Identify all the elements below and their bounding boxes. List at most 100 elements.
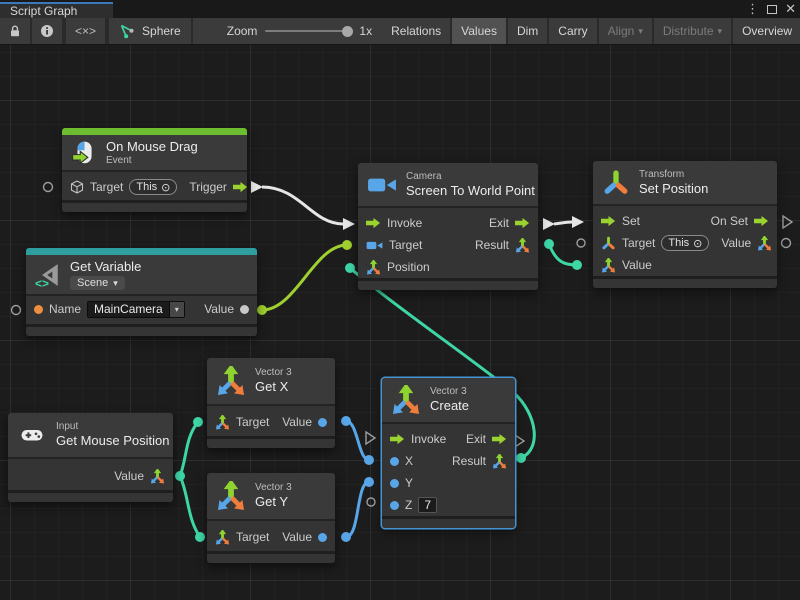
graph-canvas[interactable]: On Mouse Drag Event Target This ⊙ Trigge… <box>0 45 800 600</box>
node-vector3-create[interactable]: Vector 3 Create Invoke Exit X Result <box>382 378 515 528</box>
camera-port-icon[interactable] <box>366 240 383 251</box>
node-get-variable[interactable]: Get Variable Scene ▾ Name MainCamera ▾ <box>26 248 257 336</box>
z-value-field[interactable]: 7 <box>418 497 437 513</box>
variable-name-dropdown[interactable]: MainCamera ▾ <box>87 301 185 318</box>
toolbar-button-overview[interactable]: Overview <box>733 18 800 44</box>
close-icon[interactable]: ✕ <box>785 0 796 18</box>
chevron-down-icon: ▾ <box>718 26 723 37</box>
graph-breadcrumb[interactable]: Sphere <box>109 18 193 44</box>
port-row: Set On Set <box>593 210 777 232</box>
port-row: Z 7 <box>382 494 515 516</box>
control-output-port[interactable] <box>492 433 507 445</box>
port-y-label: Y <box>405 476 413 490</box>
vector3-icon <box>391 385 421 415</box>
port-row: Y <box>382 472 515 494</box>
node-on-mouse-drag[interactable]: On Mouse Drag Event Target This ⊙ Trigge… <box>62 128 247 212</box>
toolbar-button-align[interactable]: Align▾ <box>599 18 654 44</box>
zoom-slider-handle[interactable] <box>342 26 353 37</box>
float-input-port[interactable] <box>390 479 399 488</box>
node-category: Vector 3 <box>255 367 292 379</box>
node-header[interactable]: Camera Screen To World Point <box>358 163 538 208</box>
variable-color-bar <box>26 248 257 255</box>
float-input-port[interactable] <box>390 457 399 466</box>
wire-endpoint <box>544 239 554 249</box>
port-value-label: Value <box>204 302 234 316</box>
toolbar-button-values[interactable]: Values <box>452 18 508 44</box>
node-category: Camera <box>406 171 535 183</box>
control-input-port[interactable] <box>366 217 381 229</box>
port-exit-label: Exit <box>466 432 486 446</box>
vector3-port-icon[interactable] <box>515 238 530 253</box>
node-header[interactable]: Get Variable Scene ▾ <box>26 255 257 296</box>
control-input-port[interactable] <box>390 433 405 445</box>
lock-button[interactable] <box>0 18 32 44</box>
vector3-port-icon[interactable] <box>215 530 230 545</box>
float-input-port[interactable] <box>390 501 399 510</box>
vector3-port-icon[interactable] <box>215 415 230 430</box>
vector3-port-icon[interactable] <box>366 260 381 275</box>
node-category: Vector 3 <box>255 482 292 494</box>
wire-endpoint <box>345 263 355 273</box>
node-header[interactable]: On Mouse Drag Event <box>62 135 247 172</box>
vector3-port-icon[interactable] <box>492 454 507 469</box>
node-screen-to-world-point[interactable]: Camera Screen To World Point Invoke Exit… <box>358 163 538 290</box>
node-footer <box>26 327 257 336</box>
this-target-chip[interactable]: This ⊙ <box>129 179 177 195</box>
node-header[interactable]: Vector 3 Create <box>382 378 515 424</box>
toolbar-button-relations[interactable]: Relations <box>382 18 452 44</box>
wire-endpoint <box>572 260 582 270</box>
chevron-down-icon: ▾ <box>169 302 184 317</box>
wire-exit-to-set <box>554 222 572 224</box>
port-target-label: Target <box>236 415 269 429</box>
node-footer <box>593 279 777 288</box>
tab-script-graph[interactable]: Script Graph <box>0 2 113 18</box>
script-graph-window: Script Graph ⋮ ✕ <×> Sphere Zoom <box>0 0 800 600</box>
zoom-slider[interactable] <box>265 30 351 32</box>
control-output-port[interactable] <box>754 215 769 227</box>
node-set-position[interactable]: Transform Set Position Set On Set Target… <box>593 161 777 288</box>
toolbar-button-distribute[interactable]: Distribute▾ <box>654 18 733 44</box>
chevron-down-icon: ▾ <box>113 278 118 289</box>
code-view-button[interactable]: <×> <box>66 18 107 44</box>
node-get-mouse-position[interactable]: Input Get Mouse Position Value <box>8 413 173 502</box>
port-set-label: Set <box>622 214 640 228</box>
maximize-icon[interactable] <box>767 5 777 14</box>
node-header[interactable]: Transform Set Position <box>593 161 777 206</box>
variable-scope-dropdown[interactable]: Scene ▾ <box>70 276 125 290</box>
menu-icon[interactable]: ⋮ <box>746 0 759 18</box>
wire-arrowhead <box>572 216 584 228</box>
toolbar-button-carry[interactable]: Carry <box>549 18 598 44</box>
zoom-value: 1x <box>359 24 372 38</box>
node-header[interactable]: Vector 3 Get Y <box>207 473 335 521</box>
this-target-chip[interactable]: This ⊙ <box>661 235 709 251</box>
control-input-port[interactable] <box>601 215 616 227</box>
string-input-port[interactable] <box>34 305 43 314</box>
port-row: Target Value <box>207 526 335 548</box>
node-get-x[interactable]: Vector 3 Get X Target Value <box>207 358 335 448</box>
info-button[interactable] <box>32 18 64 44</box>
transform-port-icon[interactable] <box>601 236 616 251</box>
tab-label: Script Graph <box>10 4 77 18</box>
float-output-port[interactable] <box>318 533 327 542</box>
wire-mouse-to-getx <box>180 422 198 476</box>
object-output-port[interactable] <box>240 305 249 314</box>
node-header[interactable]: Input Get Mouse Position <box>8 413 173 459</box>
vector3-port-icon[interactable] <box>757 236 772 251</box>
graph-pointer-icon <box>119 23 135 39</box>
float-output-port[interactable] <box>318 418 327 427</box>
port-row: Target Value <box>207 411 335 433</box>
toolbar-button-dim[interactable]: Dim <box>508 18 549 44</box>
vector3-icon <box>216 366 246 396</box>
camera-icon <box>367 175 397 195</box>
gamepad-icon <box>17 423 47 447</box>
control-output-port[interactable] <box>515 217 530 229</box>
node-header[interactable]: Vector 3 Get X <box>207 358 335 406</box>
port-row: Name MainCamera ▾ Value <box>26 298 257 320</box>
node-get-y[interactable]: Vector 3 Get Y Target Value <box>207 473 335 563</box>
node-footer <box>207 554 335 563</box>
port-value-label: Value <box>282 530 312 544</box>
vector3-port-icon[interactable] <box>150 469 165 484</box>
node-footer <box>8 493 173 502</box>
control-output-port[interactable] <box>233 181 248 193</box>
vector3-port-icon[interactable] <box>601 258 616 273</box>
